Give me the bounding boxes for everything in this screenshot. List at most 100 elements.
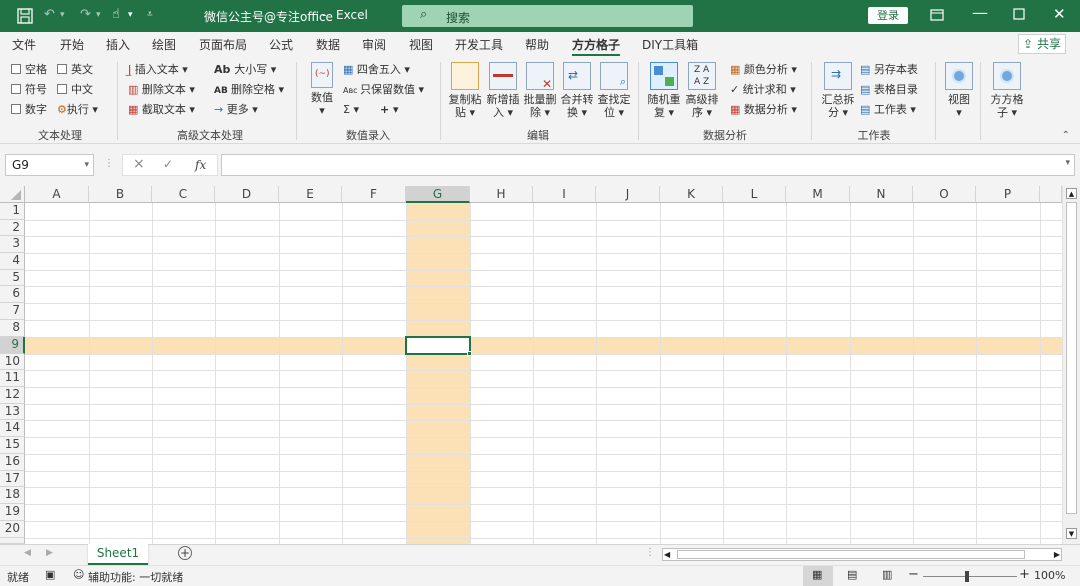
scroll-down-icon[interactable]: ▼ xyxy=(1066,528,1077,539)
zoom-out-icon[interactable]: − xyxy=(908,567,919,582)
accessibility-status[interactable]: 辅助功能: 一切就绪 xyxy=(88,569,183,585)
column-header-l[interactable]: L xyxy=(723,186,786,203)
row-header-13[interactable]: 13 xyxy=(0,404,25,420)
redo-dropdown-icon[interactable]: ▾ xyxy=(96,10,101,20)
color-analysis-button[interactable]: ▦ 颜色分析 ▾ xyxy=(730,63,797,77)
sheet-tab-sheet1[interactable]: Sheet1 xyxy=(88,544,148,565)
row-header-6[interactable]: 6 xyxy=(0,286,25,303)
stat-sum-button[interactable]: ✓ 统计求和 ▾ xyxy=(730,83,796,97)
redo-icon[interactable]: ↷ xyxy=(80,7,91,22)
column-header-m[interactable]: M xyxy=(786,186,850,203)
execute-button[interactable]: ⚙执行 ▾ xyxy=(57,103,98,117)
ribbon-display-options-icon[interactable] xyxy=(930,8,944,26)
summary-split-button[interactable]: ⇉ 汇总拆分 ▾ xyxy=(820,62,856,119)
login-button[interactable]: 登录 xyxy=(868,7,908,24)
scroll-up-icon[interactable]: ▲ xyxy=(1066,188,1077,199)
page-layout-view-icon[interactable]: ▤ xyxy=(847,568,857,581)
share-button[interactable]: ⇪ 共享 xyxy=(1018,34,1066,54)
macro-record-icon[interactable]: ▣ xyxy=(45,568,55,581)
row-header-10[interactable]: 10 xyxy=(0,354,25,370)
touch-dropdown-icon[interactable]: ▾ xyxy=(128,10,133,20)
row-header-16[interactable]: 16 xyxy=(0,454,25,471)
save-icon[interactable] xyxy=(17,8,33,28)
customize-qat-icon[interactable]: ⩡ xyxy=(147,9,153,20)
checkbox-space[interactable]: 空格 xyxy=(11,63,47,77)
expand-formula-icon[interactable]: ▾ xyxy=(1065,158,1070,168)
advanced-sort-button[interactable]: Z AA Z 高级排序 ▾ xyxy=(684,62,720,119)
tab-review[interactable]: 审阅 xyxy=(362,36,386,53)
zoom-slider-track[interactable] xyxy=(923,576,1017,577)
zoom-level[interactable]: 100% xyxy=(1034,569,1065,582)
row-header-2[interactable]: 2 xyxy=(0,220,25,236)
data-analysis-button[interactable]: ▦ 数据分析 ▾ xyxy=(730,103,797,117)
copy-paste-button[interactable]: 复制粘贴 ▾ xyxy=(447,62,483,119)
checkbox-chinese[interactable]: 中文 xyxy=(57,83,93,97)
save-sheet-button[interactable]: ▤ 另存本表 xyxy=(860,63,918,77)
find-locate-button[interactable]: ⌕ 查找定位 ▾ xyxy=(596,62,632,119)
undo-icon[interactable]: ↶ xyxy=(44,7,55,22)
page-break-view-icon[interactable]: ▥ xyxy=(882,568,892,581)
tab-home[interactable]: 开始 xyxy=(60,36,84,53)
merge-convert-button[interactable]: ⇄ 合并转换 ▾ xyxy=(559,62,595,119)
name-box[interactable]: G9 ▾ xyxy=(5,154,94,176)
tab-view[interactable]: 视图 xyxy=(409,36,433,53)
column-header-d[interactable]: D xyxy=(215,186,279,203)
normal-view-button[interactable]: ▦ xyxy=(803,566,833,586)
column-header-a[interactable]: A xyxy=(25,186,89,203)
scroll-right-icon[interactable]: ▶ xyxy=(1054,549,1060,560)
confirm-icon[interactable]: ✓ xyxy=(163,157,173,171)
tab-data[interactable]: 数据 xyxy=(316,36,340,53)
batch-delete-button[interactable]: ✕ 批量删除 ▾ xyxy=(522,62,558,119)
extract-text-button[interactable]: ▦ 截取文本 ▾ xyxy=(128,103,195,117)
tab-insert[interactable]: 插入 xyxy=(106,36,130,53)
tab-splitter-icon[interactable]: ⋮ xyxy=(645,547,655,558)
column-header-e[interactable]: E xyxy=(279,186,342,203)
fill-handle[interactable] xyxy=(467,351,472,356)
checkbox-number[interactable]: 数字 xyxy=(11,103,47,117)
close-icon[interactable]: ✕ xyxy=(1053,5,1066,23)
row-header-12[interactable]: 12 xyxy=(0,387,25,404)
zoom-in-icon[interactable]: + xyxy=(1019,567,1030,582)
column-header-f[interactable]: F xyxy=(342,186,406,203)
round-button[interactable]: ▦ 四舍五入 ▾ xyxy=(343,63,410,77)
minimize-icon[interactable]: — xyxy=(972,3,988,22)
fx-icon[interactable]: fx xyxy=(195,158,206,172)
tab-help[interactable]: 帮助 xyxy=(525,36,549,53)
new-insert-button[interactable]: 新增插入 ▾ xyxy=(485,62,521,119)
touch-mode-icon[interactable]: ☝ xyxy=(112,7,120,22)
zoom-slider-thumb[interactable] xyxy=(965,571,969,582)
row-header-17[interactable]: 17 xyxy=(0,471,25,487)
checkbox-symbol[interactable]: 符号 xyxy=(11,83,47,97)
column-header-h[interactable]: H xyxy=(470,186,533,203)
row-header-15[interactable]: 15 xyxy=(0,437,25,454)
tab-page-layout[interactable]: 页面布局 xyxy=(199,36,247,53)
sum-button[interactable]: Σ ▾ xyxy=(343,103,359,117)
numeric-button[interactable]: (~) 数值 ▾ xyxy=(307,62,337,117)
random-repeat-button[interactable]: 随机重复 ▾ xyxy=(646,62,682,119)
ffgz-button[interactable]: 方方格子 ▾ xyxy=(988,62,1026,119)
scroll-left-icon[interactable]: ◀ xyxy=(664,549,670,560)
collapse-ribbon-icon[interactable]: ⌃ xyxy=(1062,130,1070,141)
row-header-18[interactable]: 18 xyxy=(0,487,25,504)
worksheet-button[interactable]: ▤ 工作表 ▾ xyxy=(860,103,916,117)
row-header-11[interactable]: 11 xyxy=(0,370,25,387)
tab-formulas[interactable]: 公式 xyxy=(269,36,293,53)
case-button[interactable]: Ab 大小写 ▾ xyxy=(214,63,276,77)
tab-fangfanggezi[interactable]: 方方格子 xyxy=(572,36,621,56)
row-header-20[interactable]: 20 xyxy=(0,521,25,538)
worksheet-grid[interactable]: A B C D E F G H I J K L M N O P 1 2 3 4 … xyxy=(0,186,1080,544)
checkbox-english[interactable]: 英文 xyxy=(57,63,93,77)
view-button[interactable]: 视图 ▾ xyxy=(942,62,976,119)
tab-file[interactable]: 文件 xyxy=(12,36,36,53)
cancel-icon[interactable]: × xyxy=(133,156,145,172)
delete-space-button[interactable]: AB 删除空格 ▾ xyxy=(214,83,284,98)
insert-text-button[interactable]: ǀ̲ 插入文本 ▾ xyxy=(128,63,188,77)
more-button[interactable]: → 更多 ▾ xyxy=(214,103,258,117)
tab-developer[interactable]: 开发工具 xyxy=(455,36,503,53)
tab-draw[interactable]: 绘图 xyxy=(152,36,176,53)
row-header-9[interactable]: 9 xyxy=(0,337,25,354)
row-header-5[interactable]: 5 xyxy=(0,270,25,286)
column-header-i[interactable]: I xyxy=(533,186,596,203)
add-sheet-icon[interactable]: + xyxy=(178,546,192,560)
accessibility-icon[interactable]: ☺ xyxy=(73,568,84,581)
